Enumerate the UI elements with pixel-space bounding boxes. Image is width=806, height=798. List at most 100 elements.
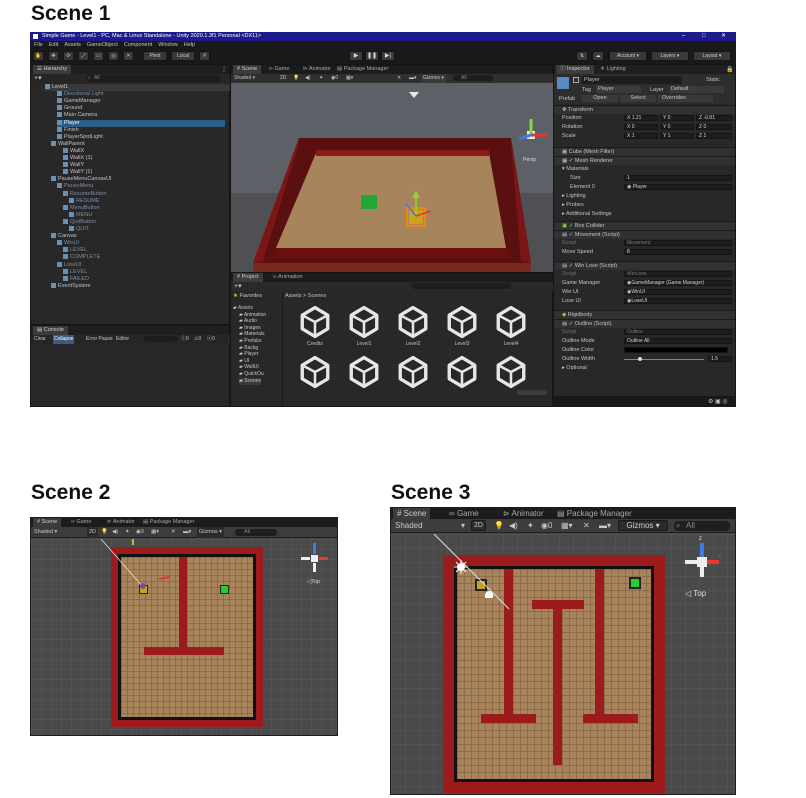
maximize-icon[interactable]: □ [702, 32, 706, 41]
hierarchy-item[interactable]: WallY (1) [63, 169, 225, 176]
lighting-toggle-icon[interactable]: 💡 [101, 527, 108, 538]
hierarchy-item[interactable]: WinUI [57, 240, 225, 247]
tab-game[interactable]: ∞ Game [67, 518, 95, 527]
hierarchy-item[interactable]: COMPLETE [63, 254, 225, 261]
effects-toggle-icon[interactable]: ✦ [527, 519, 534, 533]
gizmos-dropdown[interactable]: Gizmos ▾ [197, 527, 224, 538]
pause-button[interactable]: ❚❚ [365, 51, 379, 61]
scene-search-input[interactable]: All [453, 75, 493, 81]
project-breadcrumb[interactable]: Assets > Scenes [285, 293, 326, 299]
position-z-field[interactable]: Z -0.81 [696, 115, 732, 121]
panel-menu-icon[interactable]: ⋮ [221, 66, 227, 73]
close-icon[interactable]: ✕ [721, 32, 726, 41]
camera-icon[interactable]: ▬▾ [599, 519, 611, 533]
scene-asset-tile[interactable] [391, 355, 435, 389]
view-label[interactable]: ◁Top [307, 579, 320, 585]
hierarchy-item[interactable]: PauseMenuCanvasUI [51, 176, 225, 183]
shading-mode-dropdown[interactable]: Shaded [395, 519, 423, 533]
layout-dropdown[interactable]: Layout ▾ [693, 51, 731, 61]
scale-z-field[interactable]: Z 1 [696, 133, 732, 139]
minimize-icon[interactable]: – [682, 32, 685, 41]
project-folder-item[interactable]: ▰ Scenes [239, 377, 261, 385]
scene-asset-tile[interactable] [489, 355, 533, 389]
console-search-input[interactable] [143, 336, 178, 342]
lighting-row[interactable]: ▸ Lighting [554, 192, 735, 201]
hierarchy-item[interactable]: WallX (1) [63, 155, 225, 162]
menu-item-edit[interactable]: Edit [49, 42, 58, 48]
menu-item-window[interactable]: Window [158, 42, 178, 48]
favorites-item[interactable]: ★ Favorites [233, 293, 262, 299]
play-button[interactable]: ▶ [349, 51, 363, 61]
tools-icon[interactable]: ✕ [583, 519, 590, 533]
effects-toggle-icon[interactable]: ✦ [125, 527, 130, 538]
tab-package-manager[interactable]: ▤ Package Manager [139, 518, 198, 527]
object-name-field[interactable]: Player [582, 76, 682, 84]
scale-tool-icon[interactable]: ⤢ [78, 51, 89, 61]
tab-lighting[interactable]: ☀ Lighting [596, 65, 630, 74]
clear-button[interactable]: Clear [34, 335, 46, 344]
effects-toggle-icon[interactable]: ✦ [319, 74, 323, 83]
outline-color-swatch[interactable] [624, 347, 728, 353]
menu-item-assets[interactable]: Assets [64, 42, 81, 48]
hierarchy-item[interactable]: LEVEL [63, 247, 225, 254]
rigidbody-header[interactable]: ◆ Rigidbody [554, 310, 735, 319]
box-collider-header[interactable]: ▣ ✓ Box Collider [554, 221, 735, 230]
tab-animator[interactable]: ⊳ Animator [499, 508, 548, 519]
outline-width-slider[interactable] [624, 359, 704, 360]
hierarchy-search-input[interactable]: ⌕ All [86, 75, 221, 82]
view-label[interactable]: ◁ Top [685, 589, 706, 598]
hidden-objects-icon[interactable]: ◉0 [331, 74, 338, 83]
scene3-search-input[interactable]: ⌕ All [674, 521, 730, 531]
tab-game[interactable]: ∞ Game [265, 65, 293, 74]
shading-mode-dropdown[interactable]: Shaded ▾ [34, 527, 57, 538]
2d-toggle[interactable]: 2D [87, 527, 99, 538]
scale-y-field[interactable]: Y 1 [660, 133, 694, 139]
camera-icon[interactable]: ▬▾ [183, 527, 191, 538]
scene-asset-tile[interactable]: Level4 [489, 305, 533, 349]
tab-scene[interactable]: # Scene [393, 508, 431, 519]
hierarchy-item[interactable]: Ground [57, 105, 225, 112]
prefab-overrides-dropdown[interactable]: Overrides [658, 95, 713, 102]
tab-hierarchy[interactable]: ☰ Hierarchy [33, 65, 72, 74]
tab-console[interactable]: ▤ Console [33, 326, 68, 335]
scene-asset-tile[interactable]: Level2 [391, 305, 435, 349]
hierarchy-item[interactable]: Finish [57, 127, 225, 134]
shading-mode-caret-icon[interactable]: ▾ [461, 519, 465, 533]
scene3-grid[interactable]: x z ◁ Top [391, 534, 735, 794]
collab-icon[interactable]: ⇅ [576, 51, 588, 61]
tab-game[interactable]: ∞ Game [445, 508, 483, 519]
hierarchy-item[interactable]: MENU [69, 212, 225, 219]
static-toggle[interactable]: Static [706, 77, 720, 83]
shading-mode-dropdown[interactable]: Shaded ▾ [234, 74, 255, 83]
scene-asset-tile[interactable]: Level1 [342, 305, 386, 349]
orientation-gizmo[interactable] [299, 543, 329, 573]
grid-toggle-icon[interactable]: ▦▾ [151, 527, 159, 538]
collapse-toggle[interactable]: Collapse [53, 335, 75, 344]
outline-mode-dropdown[interactable]: Outline All [624, 338, 732, 344]
tab-inspector[interactable]: ⓘ Inspector [556, 65, 594, 74]
hierarchy-item[interactable]: Canvas [51, 233, 225, 240]
rect-tool-icon[interactable]: ▭ [93, 51, 104, 61]
hierarchy-item[interactable]: PlayerSpotLight [57, 134, 225, 141]
active-checkbox[interactable] [573, 77, 579, 83]
element0-field[interactable]: ◉ Player [624, 184, 732, 190]
hierarchy-item[interactable]: WallY [63, 162, 225, 169]
grid-toggle-icon[interactable]: ▦▾ [346, 74, 353, 83]
custom-tool-icon[interactable]: ✕ [123, 51, 134, 61]
tab-animator[interactable]: ⊳ Animator [299, 65, 335, 74]
hierarchy-item[interactable]: PauseMenu [57, 183, 225, 190]
menu-item-component[interactable]: Component [124, 42, 152, 48]
win-ui-field[interactable]: ◉WinUI [624, 289, 732, 295]
hierarchy-item[interactable]: EventSystem [51, 283, 225, 290]
hierarchy-item[interactable]: Directional Light [57, 91, 225, 98]
tab-animator[interactable]: ⊳ Animator [103, 518, 139, 527]
game-manager-field[interactable]: ◉GameManager (Game Manager) [624, 280, 732, 286]
outline-header[interactable]: ▤ ✓ Outline (Script) [554, 319, 735, 328]
additional-settings-row[interactable]: ▸ Additional Settings [554, 210, 735, 219]
hierarchy-item[interactable]: Level1 [45, 84, 231, 91]
hierarchy-item[interactable]: ResumeButton [63, 191, 225, 198]
scene2-grid[interactable]: ◁Top [31, 539, 337, 735]
slider-handle[interactable] [638, 357, 642, 361]
menu-item-gameobject[interactable]: GameObject [87, 42, 118, 48]
position-x-field[interactable]: X 1.21 [624, 115, 658, 121]
